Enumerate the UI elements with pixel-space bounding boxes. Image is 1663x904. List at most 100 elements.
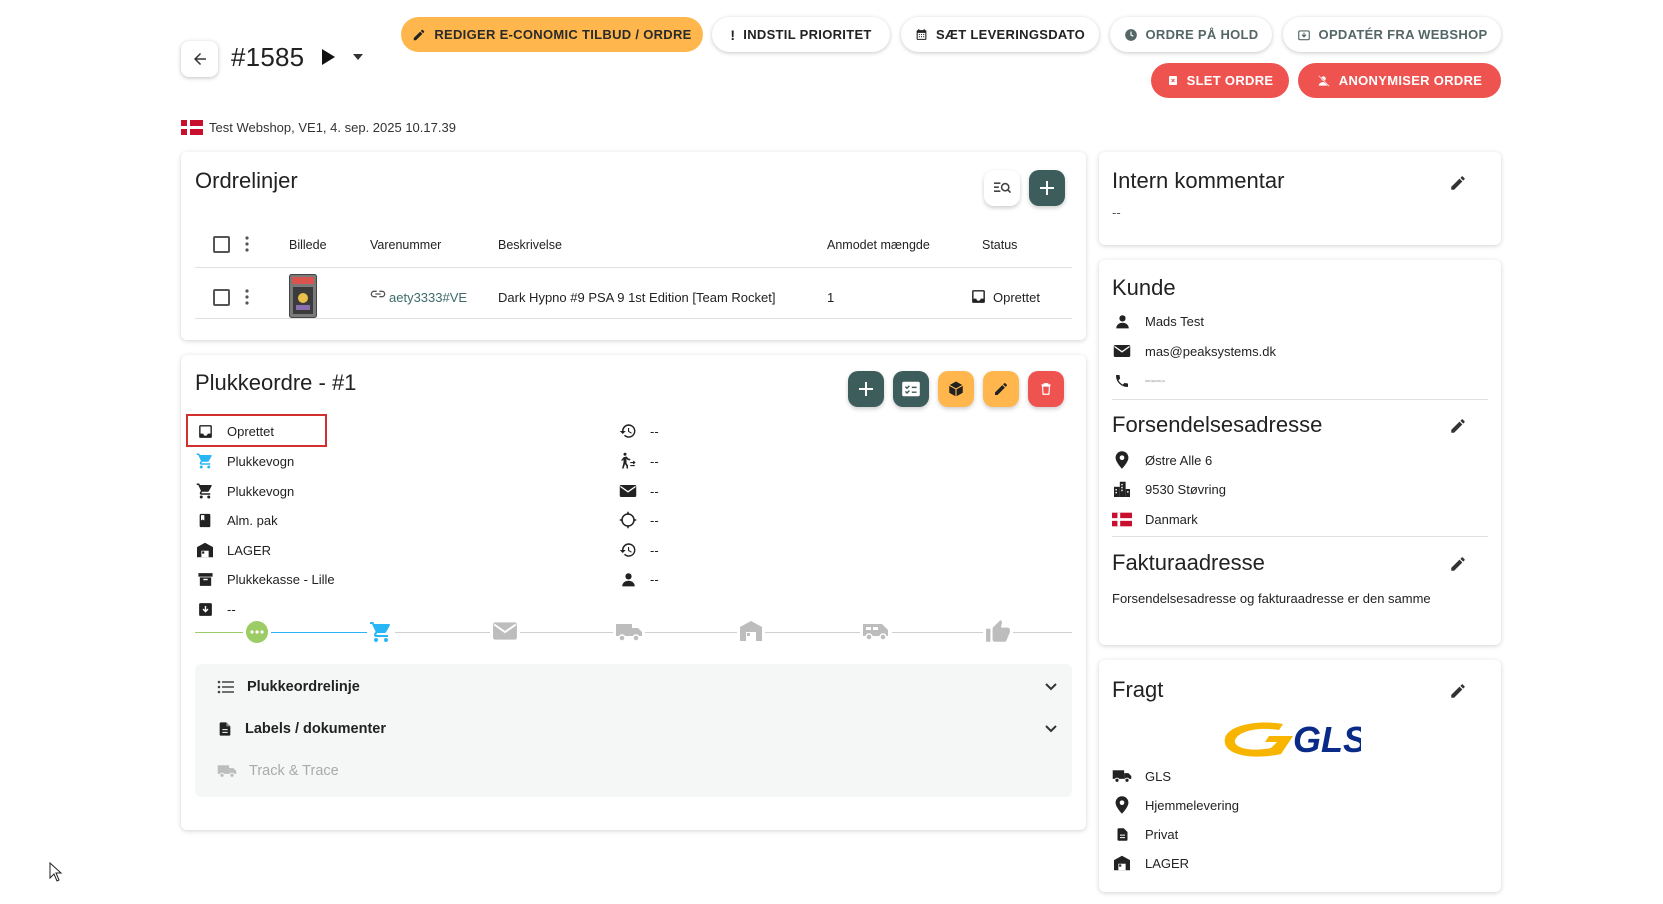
col-sku: Varenummer (370, 238, 442, 252)
delete-pick-button[interactable] (1028, 371, 1064, 407)
internal-comment-card: Intern kommentar -- (1099, 152, 1501, 245)
shipping-address-title: Forsendelsesadresse (1112, 412, 1323, 437)
shop-info: Test Webshop, VE1, 4. sep. 2025 10.17.39 (181, 120, 456, 135)
cart-icon (195, 482, 215, 500)
row-divider (195, 318, 1072, 319)
more-vert-icon[interactable] (245, 236, 249, 252)
phone-icon (1112, 373, 1132, 389)
warehouse-icon (1112, 855, 1132, 871)
pencil-icon[interactable] (1449, 417, 1467, 435)
calendar-icon (915, 28, 928, 41)
shipping-country-row: Danmark (1112, 509, 1198, 529)
chevron-down-icon[interactable] (1045, 683, 1057, 691)
location-pin-icon (1112, 796, 1132, 814)
order-lines-title: Ordrelinjer (195, 168, 298, 193)
person-walking-icon (618, 452, 638, 470)
svg-text:GLS: GLS (1293, 719, 1361, 758)
set-priority-button[interactable]: ! INDSTIL PRIORITET (712, 17, 890, 52)
pencil-icon[interactable] (1449, 682, 1467, 700)
pick-history-row: -- (618, 421, 659, 441)
search-list-button[interactable] (984, 170, 1020, 206)
customer-card: Kunde Mads Test mas@peaksystems.dk Forse… (1099, 260, 1501, 645)
order-number: #1585 (231, 42, 305, 72)
col-requested-qty: Anmodet mængde (827, 238, 930, 252)
select-all-checkbox[interactable] (213, 236, 230, 253)
edit-economic-button[interactable]: REDIGER E-CONOMIC TILBUD / ORDRE (401, 17, 703, 52)
internal-comment-value: -- (1112, 205, 1121, 220)
play-icon[interactable] (320, 48, 336, 66)
pencil-icon[interactable] (1449, 555, 1467, 573)
pick-box-row: Plukkekasse - Lille (195, 569, 335, 589)
person-icon (618, 572, 638, 587)
shipping-street-row: Østre Alle 6 (1112, 450, 1212, 470)
package-button[interactable] (938, 371, 974, 407)
mouse-cursor-icon (49, 862, 63, 882)
row-description: Dark Hypno #9 PSA 9 1st Edition [Team Ro… (498, 290, 776, 305)
pick-progress-stepper (195, 618, 1072, 648)
inbox-icon (970, 288, 987, 305)
billing-address-title: Fakturaadresse (1112, 550, 1265, 575)
add-order-line-button[interactable] (1029, 170, 1065, 206)
back-button[interactable] (181, 41, 218, 77)
pick-user-row: -- (618, 569, 659, 589)
archive-down-icon (195, 601, 215, 618)
pencil-icon (993, 381, 1009, 397)
inbox-icon (195, 423, 215, 440)
pick-order-title: Plukkeordre - #1 (195, 370, 357, 395)
order-on-hold-button[interactable]: ORDRE PÅ HOLD (1110, 17, 1272, 52)
package-icon (947, 380, 965, 398)
row-quantity: 1 (827, 290, 835, 305)
warehouse-icon (195, 542, 215, 558)
accordion-pick-lines[interactable]: Plukkeordrelinje (217, 675, 1057, 699)
product-thumbnail[interactable] (289, 274, 317, 318)
table-row[interactable]: aety3333#VE Dark Hypno #9 PSA 9 1st Edit… (195, 270, 1072, 318)
col-status: Status (982, 238, 1018, 252)
anonymize-order-button[interactable]: ANONYMISER ORDRE (1298, 63, 1501, 98)
pick-accordion-group: Plukkeordrelinje Labels / dokumenter Tra… (195, 664, 1072, 797)
step-cart-icon (367, 620, 395, 644)
list-search-icon (992, 180, 1012, 196)
pick-pack-row: Alm. pak (195, 510, 278, 530)
delete-icon (1167, 74, 1179, 87)
chevron-down-icon[interactable] (353, 54, 363, 60)
pick-history-row-2: -- (618, 540, 659, 560)
document-icon (217, 720, 233, 738)
add-pick-button[interactable] (848, 371, 884, 407)
header-divider (195, 267, 1072, 268)
download-box-icon (1297, 28, 1311, 42)
divider (1112, 399, 1488, 400)
pick-status-row: Oprettet (195, 421, 274, 441)
more-vert-icon[interactable] (245, 289, 249, 305)
accordion-track-trace: Track & Trace (217, 759, 1057, 783)
row-checkbox[interactable] (213, 289, 230, 306)
customer-phone-row (1112, 371, 1165, 391)
edit-pick-button[interactable] (983, 371, 1019, 407)
customer-title: Kunde (1112, 275, 1176, 300)
crosshair-icon (618, 511, 638, 529)
row-status: Oprettet (993, 290, 1040, 305)
clock-icon (1124, 28, 1138, 42)
step-mail-icon (490, 621, 520, 641)
set-delivery-date-button[interactable]: SÆT LEVERINGSDATO (901, 17, 1099, 52)
accordion-labels[interactable]: Labels / dokumenter (217, 717, 1057, 741)
customer-name-row: Mads Test (1112, 311, 1204, 331)
checklist-button[interactable] (893, 371, 929, 407)
stepper-line-active (255, 632, 375, 633)
freight-carrier-row: GLS (1112, 766, 1171, 786)
col-description: Beskrivelse (498, 238, 562, 252)
update-from-webshop-button[interactable]: OPDATÉR FRA WEBSHOP (1283, 17, 1501, 52)
pick-location-row: -- (618, 510, 659, 530)
sku-link[interactable]: aety3333#VE (389, 290, 467, 305)
freight-title: Fragt (1112, 677, 1164, 702)
list-icon (217, 680, 235, 694)
pick-cart-row-1: Plukkevogn (195, 451, 294, 471)
exclamation-icon: ! (730, 26, 736, 43)
step-warehouse-icon (737, 620, 765, 642)
order-lines-card: Ordrelinjer Billede Varenummer Beskrivel… (181, 152, 1086, 340)
delete-order-button[interactable]: SLET ORDRE (1151, 63, 1289, 98)
chevron-down-icon[interactable] (1045, 725, 1057, 733)
plus-icon (1039, 180, 1055, 196)
step-created-icon (243, 620, 271, 644)
pencil-icon[interactable] (1449, 174, 1467, 192)
gls-logo-icon: GLS (1221, 716, 1361, 758)
